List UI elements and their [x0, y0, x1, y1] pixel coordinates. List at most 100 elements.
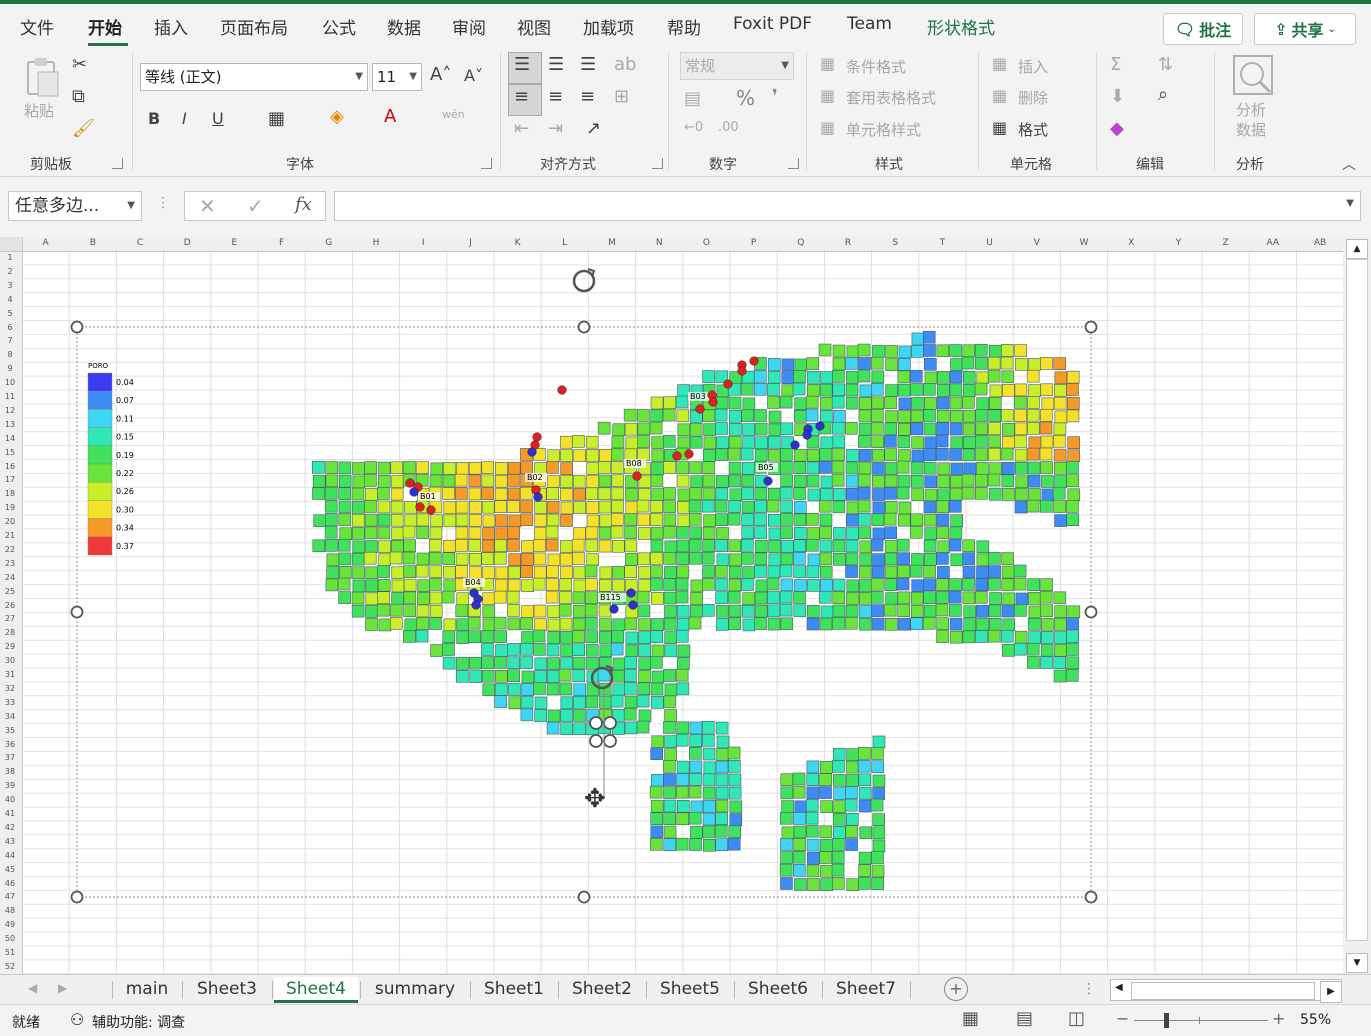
align-right-icon[interactable]: ≡	[580, 86, 595, 107]
resize-handle[interactable]	[577, 320, 591, 334]
tab-team[interactable]: Team	[847, 14, 892, 34]
sheet-tab-sheet4[interactable]: Sheet4	[274, 977, 358, 1003]
vertical-scrollbar[interactable]: ▲ ▼	[1343, 237, 1371, 974]
cut-icon[interactable]: ✂	[72, 54, 87, 75]
shape-handle[interactable]	[589, 716, 603, 730]
decrease-indent-icon[interactable]: ⇤	[514, 118, 529, 139]
name-box[interactable]: 任意多边... ▼	[8, 191, 142, 221]
tab-shape-format[interactable]: 形状格式	[927, 14, 995, 39]
shape-handle[interactable]	[589, 734, 603, 748]
fill-color-icon[interactable]: ◈	[330, 106, 344, 127]
zoom-slider-track[interactable]	[1134, 1020, 1268, 1021]
accessibility-status[interactable]: 辅助功能: 调查	[92, 1012, 185, 1032]
clear-icon[interactable]: ◆	[1110, 118, 1124, 139]
insert-cells-button[interactable]: 插入	[1018, 56, 1048, 77]
fill-icon[interactable]: ⬇	[1110, 86, 1125, 107]
increase-decimal-icon[interactable]: ←0	[684, 120, 703, 135]
paste-button[interactable]	[22, 56, 62, 97]
scroll-thumb[interactable]	[1346, 259, 1368, 941]
sheet-tab-sheet6[interactable]: Sheet6	[738, 977, 818, 1003]
shape-handle[interactable]	[603, 734, 617, 748]
zoom-slider-thumb[interactable]	[1164, 1013, 1169, 1028]
increase-indent-icon[interactable]: ⇥	[548, 118, 563, 139]
zoom-level[interactable]: 55%	[1300, 1012, 1331, 1028]
sort-filter-icon[interactable]: ⇅	[1158, 54, 1173, 75]
page-break-view-icon[interactable]: ◫	[1068, 1008, 1085, 1029]
tab-foxit-pdf[interactable]: Foxit PDF	[733, 14, 812, 34]
find-icon[interactable]: ⌕	[1158, 84, 1168, 105]
increase-font-icon[interactable]: A˄	[430, 64, 451, 85]
format-painter-icon[interactable]: 🖌	[72, 118, 95, 139]
resize-handle[interactable]	[1084, 890, 1098, 904]
bold-button[interactable]: B	[148, 109, 160, 128]
font-color-icon[interactable]: A	[384, 106, 396, 127]
font-size-select[interactable]: 11 ▼	[372, 63, 422, 91]
tab-view[interactable]: 视图	[517, 14, 551, 39]
tab-data[interactable]: 数据	[387, 14, 421, 39]
resize-handle[interactable]	[1084, 320, 1098, 334]
add-sheet-icon[interactable]: +	[944, 977, 968, 1001]
comma-icon[interactable]: ❜	[772, 86, 778, 107]
resize-handle[interactable]	[70, 605, 84, 619]
hscroll-thumb[interactable]	[1131, 982, 1315, 1000]
delete-cells-button[interactable]: 删除	[1018, 87, 1048, 108]
resize-handle[interactable]	[1084, 605, 1098, 619]
italic-button[interactable]: I	[182, 109, 187, 128]
alignment-launcher[interactable]	[652, 158, 663, 169]
tab-home[interactable]: 开始	[88, 14, 122, 39]
table-format-button[interactable]: 套用表格格式	[846, 87, 936, 108]
decrease-decimal-icon[interactable]: .00	[718, 120, 739, 135]
zoom-out-icon[interactable]: −	[1116, 1009, 1129, 1028]
tab-splitter-icon[interactable]: ⋮	[1082, 981, 1096, 997]
sheet-tab-sheet1[interactable]: Sheet1	[474, 977, 554, 1003]
tab-file[interactable]: 文件	[20, 14, 54, 39]
accounting-icon[interactable]: ▤	[684, 88, 701, 109]
namebox-splitter-icon[interactable]: ⋮	[156, 195, 170, 211]
align-middle-icon[interactable]: ☰	[548, 54, 564, 75]
analyze-data-button[interactable]	[1230, 52, 1276, 98]
border-icon[interactable]: ▦	[268, 108, 285, 129]
tab-formulas[interactable]: 公式	[322, 14, 356, 39]
tab-addins[interactable]: 加载项	[583, 14, 634, 39]
percent-button[interactable]: %	[736, 86, 755, 110]
normal-view-icon[interactable]: ▦	[962, 1008, 979, 1029]
cancel-icon[interactable]: ✕	[199, 194, 216, 218]
resize-handle[interactable]	[70, 890, 84, 904]
scroll-up-icon[interactable]: ▲	[1346, 239, 1368, 259]
cell-styles-button[interactable]: 单元格样式	[846, 119, 921, 140]
resize-handle[interactable]	[577, 890, 591, 904]
worksheet-grid[interactable]: A B C D E F G H I J K L M N O P Q R S T U V W X Y Z AA AB 123456789…	[0, 237, 1343, 974]
font-name-select[interactable]: 等线 (正文) ▼	[140, 63, 368, 91]
format-cells-button[interactable]: 格式	[1018, 119, 1048, 140]
conditional-format-button[interactable]: 条件格式	[846, 56, 906, 77]
comments-button[interactable]: 🗨 批注	[1163, 13, 1243, 45]
align-bottom-icon[interactable]: ☰	[580, 54, 596, 75]
porosity-map-figure[interactable]: PORO 0.04 0.07 0.11 0.15 0.19 0.22 0.26 0.30 0.34…	[0, 237, 1343, 974]
collapse-ribbon-icon[interactable]: ︿	[1342, 154, 1356, 174]
underline-button[interactable]: U	[212, 109, 224, 128]
sheet-tab-sheet2[interactable]: Sheet2	[562, 977, 642, 1003]
decrease-font-icon[interactable]: A˅	[464, 66, 483, 85]
scroll-down-icon[interactable]: ▼	[1346, 953, 1368, 973]
tab-page-layout[interactable]: 页面布局	[220, 14, 288, 39]
zoom-in-icon[interactable]: +	[1272, 1009, 1285, 1028]
clipboard-launcher[interactable]	[112, 158, 123, 169]
phonetic-icon[interactable]: wén	[442, 108, 465, 121]
wrap-text-icon[interactable]: ab	[614, 54, 636, 75]
merge-icon[interactable]: ⊞	[614, 86, 629, 107]
rotate-handle-icon[interactable]	[572, 269, 596, 293]
next-sheet-icon[interactable]: ▶	[58, 981, 67, 995]
sheet-tab-summary[interactable]: summary	[364, 977, 466, 1003]
font-launcher[interactable]	[481, 158, 492, 169]
number-launcher[interactable]	[788, 158, 799, 169]
horizontal-scrollbar[interactable]: ◀	[1110, 979, 1342, 1001]
tab-review[interactable]: 审阅	[452, 14, 486, 39]
enter-icon[interactable]: ✓	[247, 194, 264, 218]
page-layout-view-icon[interactable]: ▤	[1016, 1008, 1033, 1029]
share-button[interactable]: ⇪ 共享 ⌄	[1254, 13, 1356, 45]
autosum-icon[interactable]: Σ	[1110, 54, 1121, 75]
sheet-tab-main[interactable]: main	[116, 977, 178, 1003]
sheet-tab-sheet7[interactable]: Sheet7	[826, 977, 906, 1003]
sheet-tab-sheet5[interactable]: Sheet5	[650, 977, 730, 1003]
shape-handle[interactable]	[603, 716, 617, 730]
